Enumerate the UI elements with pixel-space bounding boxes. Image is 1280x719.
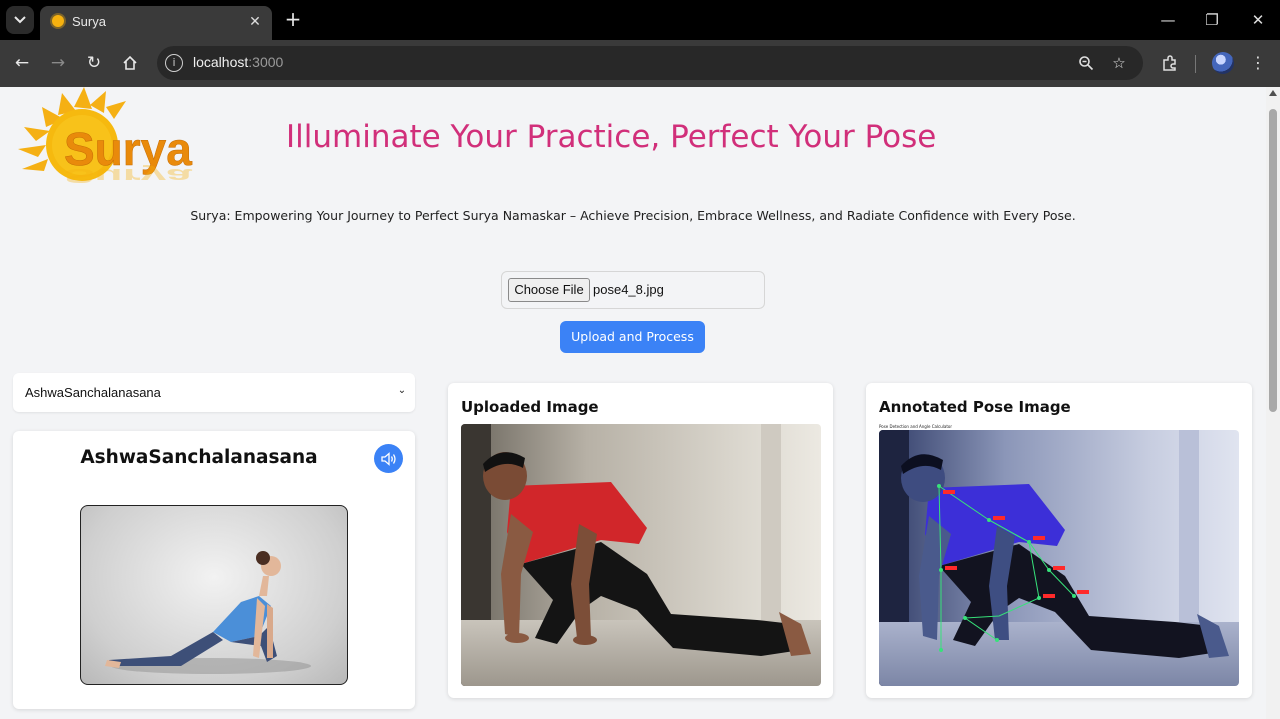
choose-file-button[interactable]: Choose File — [508, 278, 590, 302]
uploaded-image-card: Uploaded Image — [448, 383, 833, 698]
page-headline: Illuminate Your Practice, Perfect Your P… — [286, 119, 937, 155]
scroll-up-arrow-icon[interactable] — [1269, 90, 1277, 96]
reference-pose-image — [80, 505, 348, 685]
more-menu-icon[interactable]: ⋮ — [1245, 50, 1271, 76]
reload-icon[interactable]: ↻ — [81, 50, 107, 76]
svg-text:Surya: Surya — [64, 164, 193, 187]
address-bar[interactable]: i localhost:3000 ☆ — [157, 46, 1143, 80]
profile-avatar[interactable] — [1212, 52, 1234, 74]
browser-toolbar: ← → ↻ i localhost:3000 ☆ ⋮ — [0, 40, 1280, 87]
tagline: Surya: Empowering Your Journey to Perfec… — [190, 208, 1076, 223]
pose-select-value: AshwaSanchalanasana — [25, 385, 161, 400]
tab-search-button[interactable] — [6, 6, 34, 34]
annotated-pose-card: Annotated Pose Image Pose Detection and … — [866, 383, 1252, 698]
sun-favicon-icon — [52, 15, 64, 27]
toolbar-separator — [1195, 55, 1196, 73]
surya-logo: Surya Surya — [18, 87, 193, 187]
site-info-icon[interactable]: i — [165, 54, 183, 72]
browser-chrome: Surya ✕ + — ❐ ✕ ← → ↻ i localhost:3000 ☆… — [0, 0, 1280, 87]
bookmark-star-icon[interactable]: ☆ — [1108, 52, 1130, 74]
minimize-icon[interactable]: — — [1153, 6, 1183, 34]
tab-title: Surya — [72, 14, 106, 29]
scrollbar-thumb[interactable] — [1269, 109, 1277, 412]
uploaded-image-title: Uploaded Image — [461, 398, 599, 416]
reference-pose-title: AshwaSanchalanasana — [80, 447, 318, 468]
home-icon[interactable] — [117, 50, 143, 76]
annotated-pose-title: Annotated Pose Image — [879, 398, 1071, 416]
speaker-icon — [380, 451, 396, 466]
annotated-photo — [879, 430, 1239, 686]
url-text[interactable]: localhost:3000 — [193, 54, 283, 70]
zoom-icon[interactable] — [1075, 52, 1097, 74]
close-tab-icon[interactable]: ✕ — [246, 13, 264, 31]
forward-arrow-icon[interactable]: → — [45, 50, 71, 76]
restore-window-icon[interactable]: ❐ — [1197, 6, 1227, 34]
speaker-button[interactable] — [374, 444, 403, 473]
chevron-down-icon: ⌄ — [397, 385, 407, 396]
page-scrollbar[interactable] — [1266, 87, 1280, 719]
upload-and-process-button[interactable]: Upload and Process — [560, 321, 705, 353]
file-input-container: Choose File pose4_8.jpg — [501, 271, 765, 309]
new-tab-button[interactable]: + — [282, 8, 304, 30]
back-arrow-icon[interactable]: ← — [9, 50, 35, 76]
extensions-icon[interactable] — [1157, 50, 1183, 76]
selected-file-name: pose4_8.jpg — [593, 282, 664, 297]
annotated-caption: Pose Detection and Angle Calculator — [879, 424, 952, 429]
page-viewport: Surya Surya Illuminate Your Practice, Pe… — [0, 87, 1280, 719]
tab-strip: Surya ✕ + — ❐ ✕ — [0, 0, 1280, 40]
pose-select-dropdown[interactable]: AshwaSanchalanasana ⌄ — [13, 373, 415, 412]
chevron-down-icon — [14, 16, 26, 24]
close-window-icon[interactable]: ✕ — [1243, 6, 1273, 34]
uploaded-photo — [461, 424, 821, 686]
reference-pose-card: AshwaSanchalanasana — [13, 431, 415, 709]
active-tab[interactable]: Surya ✕ — [40, 6, 272, 40]
